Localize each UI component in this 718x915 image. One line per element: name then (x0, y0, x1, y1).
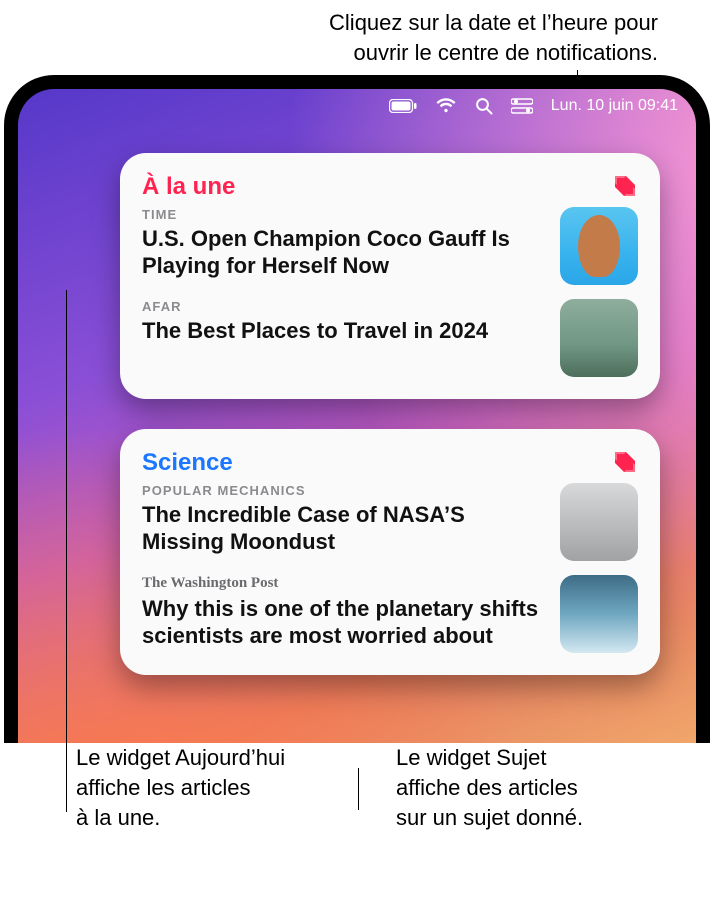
article-thumbnail (560, 207, 638, 285)
article-source: POPULAR MECHANICS (142, 483, 544, 498)
article-headline: The Incredible Case of NASA’S Missing Mo… (142, 502, 544, 556)
callouts-bottom: Le widget Aujourd’hui affiche les articl… (0, 743, 718, 852)
news-article[interactable]: AFAR The Best Places to Travel in 2024 (142, 299, 638, 377)
widget-title: À la une (142, 173, 235, 201)
menubar: Lun. 10 juin 09:41 (18, 89, 696, 123)
wifi-icon[interactable] (435, 98, 457, 114)
control-center-icon[interactable] (511, 98, 533, 114)
callout-bottom-right: Le widget Sujet affiche des articles sur… (396, 743, 676, 832)
news-widget-today[interactable]: À la une TIME U.S. Open Champion Coco Ga… (120, 153, 660, 399)
article-source: The Washington Post (142, 575, 544, 592)
news-article[interactable]: The Washington Post Why this is one of t… (142, 575, 638, 653)
callout-top: Cliquez sur la date et l’heure pour ouvr… (0, 0, 718, 67)
article-headline: The Best Places to Travel in 2024 (142, 318, 544, 345)
article-thumbnail (560, 575, 638, 653)
callout-leader-line (358, 768, 359, 810)
news-article[interactable]: TIME U.S. Open Champion Coco Gauff Is Pl… (142, 207, 638, 285)
article-thumbnail (560, 483, 638, 561)
callout-bottom-left: Le widget Aujourd’hui affiche les articl… (76, 743, 356, 832)
menubar-clock[interactable]: Lun. 10 juin 09:41 (551, 97, 678, 115)
widget-title: Science (142, 449, 233, 477)
desktop-screen: Lun. 10 juin 09:41 À la une (18, 89, 696, 743)
article-thumbnail (560, 299, 638, 377)
news-widget-topic[interactable]: Science POPULAR MECHANICS The Incredible… (120, 429, 660, 675)
article-headline: Why this is one of the planetary shifts … (142, 596, 544, 650)
apple-news-icon (612, 449, 638, 475)
search-icon[interactable] (475, 97, 493, 115)
callout-top-line1: Cliquez sur la date et l’heure pour (329, 10, 658, 35)
apple-news-icon (612, 173, 638, 199)
notification-center: À la une TIME U.S. Open Champion Coco Ga… (120, 153, 660, 675)
callout-leader-line (66, 290, 67, 812)
callout-top-line2: ouvrir le centre de notifications. (354, 40, 659, 65)
article-source: TIME (142, 207, 544, 222)
device-frame: Lun. 10 juin 09:41 À la une (4, 75, 710, 743)
article-headline: U.S. Open Champion Coco Gauff Is Playing… (142, 226, 544, 280)
battery-icon[interactable] (389, 99, 417, 113)
news-article[interactable]: POPULAR MECHANICS The Incredible Case of… (142, 483, 638, 561)
article-source: AFAR (142, 299, 544, 314)
